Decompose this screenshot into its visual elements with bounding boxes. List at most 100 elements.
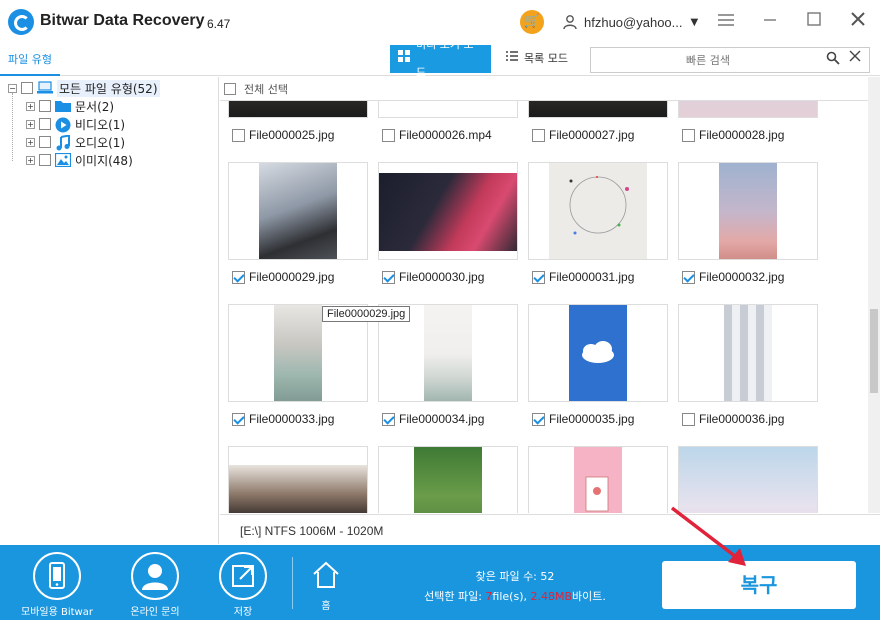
online-inquiry-button[interactable]: 온라인 문의 xyxy=(110,549,200,619)
file-name-row: File0000028.jpg xyxy=(682,128,784,142)
expand-icon[interactable]: + xyxy=(26,119,35,129)
tree-label-audio: 오디오(1) xyxy=(75,135,126,150)
export-icon xyxy=(219,552,267,600)
file-name-row: File0000026.mp4 xyxy=(382,128,492,142)
tree-checkbox-documents[interactable] xyxy=(39,100,51,112)
tree-label-video: 비디오(1) xyxy=(75,117,126,132)
file-name: File0000026.mp4 xyxy=(399,128,492,142)
image-icon xyxy=(54,152,72,168)
tree-item-documents[interactable]: + 문서(2) xyxy=(26,97,114,115)
app-logo-icon xyxy=(8,9,34,35)
file-checkbox[interactable] xyxy=(382,128,395,142)
file-name: File0000025.jpg xyxy=(249,128,335,142)
file-name: File0000034.jpg xyxy=(399,412,485,426)
file-name: File0000030.jpg xyxy=(399,270,485,284)
file-checkbox[interactable] xyxy=(232,270,245,284)
file-name-row: File0000035.jpg xyxy=(532,412,634,426)
list-mode-button[interactable]: 목록 모드 xyxy=(498,45,578,73)
tree-label-documents: 문서(2) xyxy=(75,99,115,114)
tree-label-images: 이미지(48) xyxy=(75,153,133,168)
file-checkbox[interactable] xyxy=(382,270,395,284)
file-checkbox[interactable] xyxy=(532,270,545,284)
select-all-checkbox[interactable] xyxy=(224,82,236,95)
tree-label-all: 모든 파일 유형(52) xyxy=(57,79,160,97)
file-thumbnail[interactable] xyxy=(528,162,668,260)
file-name: File0000027.jpg xyxy=(549,128,635,142)
divider xyxy=(292,557,293,609)
recover-button[interactable]: 복구 xyxy=(662,561,856,609)
tree-item-audio[interactable]: + 오디오(1) xyxy=(26,133,125,151)
collapse-icon[interactable]: − xyxy=(8,83,17,93)
preview-mode-button[interactable]: 미리 보기 모드 xyxy=(390,38,491,79)
app-version: 6.47 xyxy=(207,17,231,31)
tree-item-video[interactable]: + 비디오(1) xyxy=(26,115,125,133)
search-input[interactable] xyxy=(597,51,819,69)
file-checkbox[interactable] xyxy=(382,412,395,426)
found-count: 찾은 파일 수: 52 xyxy=(475,570,555,583)
support-agent-icon xyxy=(131,552,179,600)
file-thumbnail[interactable] xyxy=(678,162,818,260)
tab-file-type[interactable]: 파일 유형 xyxy=(0,44,60,76)
file-thumbnail[interactable] xyxy=(378,162,518,260)
file-thumbnail[interactable] xyxy=(378,446,518,513)
tree-checkbox-images[interactable] xyxy=(39,154,51,166)
tree-item-images[interactable]: + 이미지(48) xyxy=(26,151,133,169)
file-thumbnail[interactable] xyxy=(228,446,368,513)
chevron-down-icon[interactable]: ▼ xyxy=(690,17,698,28)
file-checkbox[interactable] xyxy=(682,412,695,426)
toolbar: 파일 유형 미리 보기 모드 목록 모드 xyxy=(0,38,880,79)
save-button[interactable]: 저장 xyxy=(198,549,288,619)
file-thumbnail[interactable] xyxy=(228,162,368,260)
home-button[interactable]: 홈 xyxy=(308,557,344,615)
expand-icon[interactable]: + xyxy=(26,137,35,147)
file-thumbnail[interactable] xyxy=(678,304,818,402)
file-checkbox[interactable] xyxy=(232,412,245,426)
cart-icon[interactable]: 🛒 xyxy=(520,10,544,34)
file-checkbox[interactable] xyxy=(532,412,545,426)
mobile-bitwar-button[interactable]: 모바일용 Bitwar xyxy=(12,549,102,619)
file-name: File0000028.jpg xyxy=(699,128,785,142)
close-icon[interactable] xyxy=(846,10,870,34)
tree-checkbox-video[interactable] xyxy=(39,118,51,130)
selected-summary: 선택한 파일: 7file(s), 2.48MB바이트. xyxy=(424,590,606,603)
grid-scrollbar[interactable] xyxy=(868,77,880,513)
clear-search-icon[interactable] xyxy=(849,50,861,66)
tree-checkbox-all[interactable] xyxy=(21,82,33,94)
file-thumbnail[interactable] xyxy=(678,446,818,513)
phone-icon xyxy=(33,552,81,600)
search-box xyxy=(590,47,870,73)
select-all-row[interactable]: 전체 선택 xyxy=(220,77,868,101)
expand-icon[interactable]: + xyxy=(26,101,35,111)
file-thumbnail[interactable] xyxy=(528,446,668,513)
maximize-icon[interactable] xyxy=(802,10,826,34)
file-checkbox[interactable] xyxy=(682,128,695,142)
file-name: File0000029.jpg xyxy=(249,270,335,284)
file-name-row: File0000032.jpg xyxy=(682,270,784,284)
file-tooltip: File0000029.jpg xyxy=(322,306,411,322)
partition-info: [E:\] NTFS 1006M - 1020M xyxy=(240,524,384,538)
file-checkbox[interactable] xyxy=(532,128,545,142)
file-name-row: File0000027.jpg xyxy=(532,128,634,142)
file-name-row: File0000030.jpg xyxy=(382,270,484,284)
expand-icon[interactable]: + xyxy=(26,155,35,165)
list-icon xyxy=(506,45,518,73)
preview-grid: 전체 선택 File0000025.jpg File0000026.mp4 Fi… xyxy=(220,77,868,513)
hamburger-icon[interactable] xyxy=(714,10,738,34)
search-icon[interactable] xyxy=(826,51,840,69)
file-thumbnail[interactable] xyxy=(528,304,668,402)
file-checkbox[interactable] xyxy=(232,128,245,142)
app-title: Bitwar Data Recovery xyxy=(40,12,205,29)
scrollbar-thumb[interactable] xyxy=(870,309,878,393)
file-type-tree: − 모든 파일 유형(52) + 문서(2) + 비디오(1) + 오디오(1)… xyxy=(0,77,219,544)
file-name: File0000035.jpg xyxy=(549,412,635,426)
tree-item-all[interactable]: − 모든 파일 유형(52) xyxy=(8,79,160,97)
file-name: File0000033.jpg xyxy=(249,412,335,426)
music-icon xyxy=(55,134,71,151)
minimize-icon[interactable] xyxy=(758,10,782,34)
grid-icon xyxy=(398,45,410,73)
bottom-bar: 모바일용 Bitwar 온라인 문의 저장 홈 찾은 파일 수: 52 선택한 … xyxy=(0,545,880,620)
user-account-menu[interactable]: hfzhuo@yahoo... ▼ xyxy=(562,12,698,32)
file-checkbox[interactable] xyxy=(682,270,695,284)
tree-checkbox-audio[interactable] xyxy=(39,136,51,148)
file-name: File0000031.jpg xyxy=(549,270,635,284)
